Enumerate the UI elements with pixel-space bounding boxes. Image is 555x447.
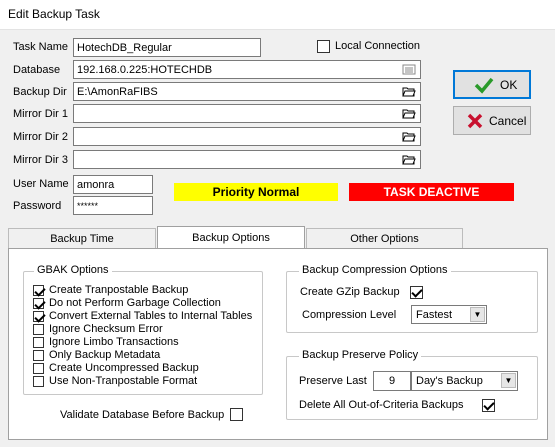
mirror-dir-3-input[interactable] <box>73 150 421 169</box>
backup-dir-input[interactable]: E:\AmonRaFIBS <box>73 82 421 101</box>
gbak-option-label: Convert External Tables to Internal Tabl… <box>49 310 253 322</box>
tab-other-options[interactable]: Other Options <box>306 228 463 248</box>
gbak-option-checkbox[interactable] <box>33 324 44 335</box>
folder-open-icon[interactable] <box>399 129 419 144</box>
priority-text: Priority Normal <box>212 185 300 199</box>
gbak-options-title: GBAK Options <box>34 264 112 276</box>
user-name-label: User Name <box>13 178 69 190</box>
gzip-label: Create GZip Backup <box>300 286 400 298</box>
mirror-dir-3-label: Mirror Dir 3 <box>13 154 68 166</box>
gbak-option-label: Ignore Limbo Transactions <box>49 336 179 348</box>
folder-open-icon[interactable] <box>399 152 419 167</box>
gbak-options-group: GBAK Options Create Tranpostable Backup D… <box>23 264 263 395</box>
window-title: Edit Backup Task <box>8 7 100 21</box>
mirror-dir-1-label: Mirror Dir 1 <box>13 108 68 120</box>
gbak-option-checkbox[interactable] <box>33 363 44 374</box>
gzip-checkbox[interactable] <box>410 286 423 299</box>
backup-options-panel: GBAK Options Create Tranpostable Backup D… <box>8 248 548 440</box>
gbak-option-label: Create Uncompressed Backup <box>49 362 199 374</box>
compression-level-value: Fastest <box>416 309 453 321</box>
validate-checkbox[interactable] <box>230 408 243 421</box>
mirror-dir-2-label: Mirror Dir 2 <box>13 131 68 143</box>
gbak-option-checkbox[interactable] <box>33 350 44 361</box>
cancel-button[interactable]: Cancel <box>453 106 531 135</box>
compression-level-select[interactable]: Fastest ▼ <box>411 305 487 324</box>
delete-label: Delete All Out-of-Criteria Backups <box>299 399 464 411</box>
delete-checkbox[interactable] <box>482 399 495 412</box>
local-connection-checkbox[interactable] <box>317 40 330 53</box>
preserve-policy-title: Backup Preserve Policy <box>299 349 422 361</box>
folder-open-icon[interactable] <box>399 84 419 99</box>
task-status-badge: TASK DEACTIVE <box>349 183 514 201</box>
gbak-option-checkbox[interactable] <box>33 376 44 387</box>
validate-label: Validate Database Before Backup <box>60 409 225 421</box>
database-list-icon[interactable] <box>399 62 419 77</box>
tab-other-options-label: Other Options <box>350 232 419 245</box>
mirror-dir-1-input[interactable] <box>73 104 421 123</box>
preserve-last-label: Preserve Last <box>299 375 367 387</box>
gbak-option-label: Ignore Checksum Error <box>49 323 163 335</box>
gbak-option-label: Create Tranpostable Backup <box>49 284 189 296</box>
preserve-policy-group: Backup Preserve Policy Preserve Last 9 D… <box>286 349 538 420</box>
gbak-option-label: Use Non-Tranpostable Format <box>49 375 198 387</box>
local-connection-label: Local Connection <box>335 40 421 52</box>
user-name-input[interactable]: amonra <box>73 175 153 194</box>
ok-button[interactable]: OK <box>453 70 531 99</box>
backup-dir-label: Backup Dir <box>13 86 67 98</box>
preserve-unit-select[interactable]: Day's Backup ▼ <box>411 371 518 391</box>
tab-backup-time-label: Backup Time <box>50 232 114 245</box>
gbak-option-checkbox[interactable] <box>33 337 44 348</box>
chevron-down-icon[interactable]: ▼ <box>501 373 516 388</box>
gbak-option-checkbox[interactable] <box>33 285 44 296</box>
tab-backup-options[interactable]: Backup Options <box>157 226 305 249</box>
chevron-down-icon[interactable]: ▼ <box>470 307 485 322</box>
compression-options-title: Backup Compression Options <box>299 264 451 276</box>
gbak-option-checkbox[interactable] <box>33 298 44 309</box>
database-label: Database <box>13 64 61 76</box>
title-bar: Edit Backup Task <box>0 0 555 30</box>
user-name-value: amonra <box>77 179 115 191</box>
cancel-label: Cancel <box>489 113 527 128</box>
password-input[interactable]: ****** <box>73 196 153 215</box>
folder-open-icon[interactable] <box>399 106 419 121</box>
password-label: Password <box>13 200 62 212</box>
backup-dir-value: E:\AmonRaFIBS <box>77 86 158 98</box>
preserve-unit-value: Day's Backup <box>416 375 483 387</box>
compression-options-group: Backup Compression Options Create GZip B… <box>286 264 538 333</box>
preserve-last-input[interactable]: 9 <box>373 371 411 391</box>
task-status-text: TASK DEACTIVE <box>383 185 480 199</box>
database-field[interactable]: 192.168.0.225:HOTECHDB <box>73 60 421 79</box>
preserve-last-value: 9 <box>389 375 396 387</box>
priority-badge: Priority Normal <box>174 183 338 201</box>
close-icon <box>467 113 483 128</box>
gbak-option-label: Do not Perform Garbage Collection <box>49 297 221 309</box>
gbak-option-checkbox[interactable] <box>33 311 44 322</box>
mirror-dir-2-input[interactable] <box>73 127 421 146</box>
checkmark-icon <box>474 77 494 94</box>
ok-label: OK <box>500 77 518 92</box>
compression-level-label: Compression Level <box>302 309 397 321</box>
task-name-value: HotechDB_Regular <box>77 42 172 54</box>
gbak-option-label: Only Backup Metadata <box>49 349 161 361</box>
tab-backup-time[interactable]: Backup Time <box>8 228 156 248</box>
password-value: ****** <box>77 201 99 211</box>
database-value: 192.168.0.225:HOTECHDB <box>77 64 213 76</box>
task-name-input[interactable]: HotechDB_Regular <box>73 38 261 57</box>
tab-backup-options-label: Backup Options <box>192 232 270 244</box>
task-name-label: Task Name <box>13 41 69 53</box>
